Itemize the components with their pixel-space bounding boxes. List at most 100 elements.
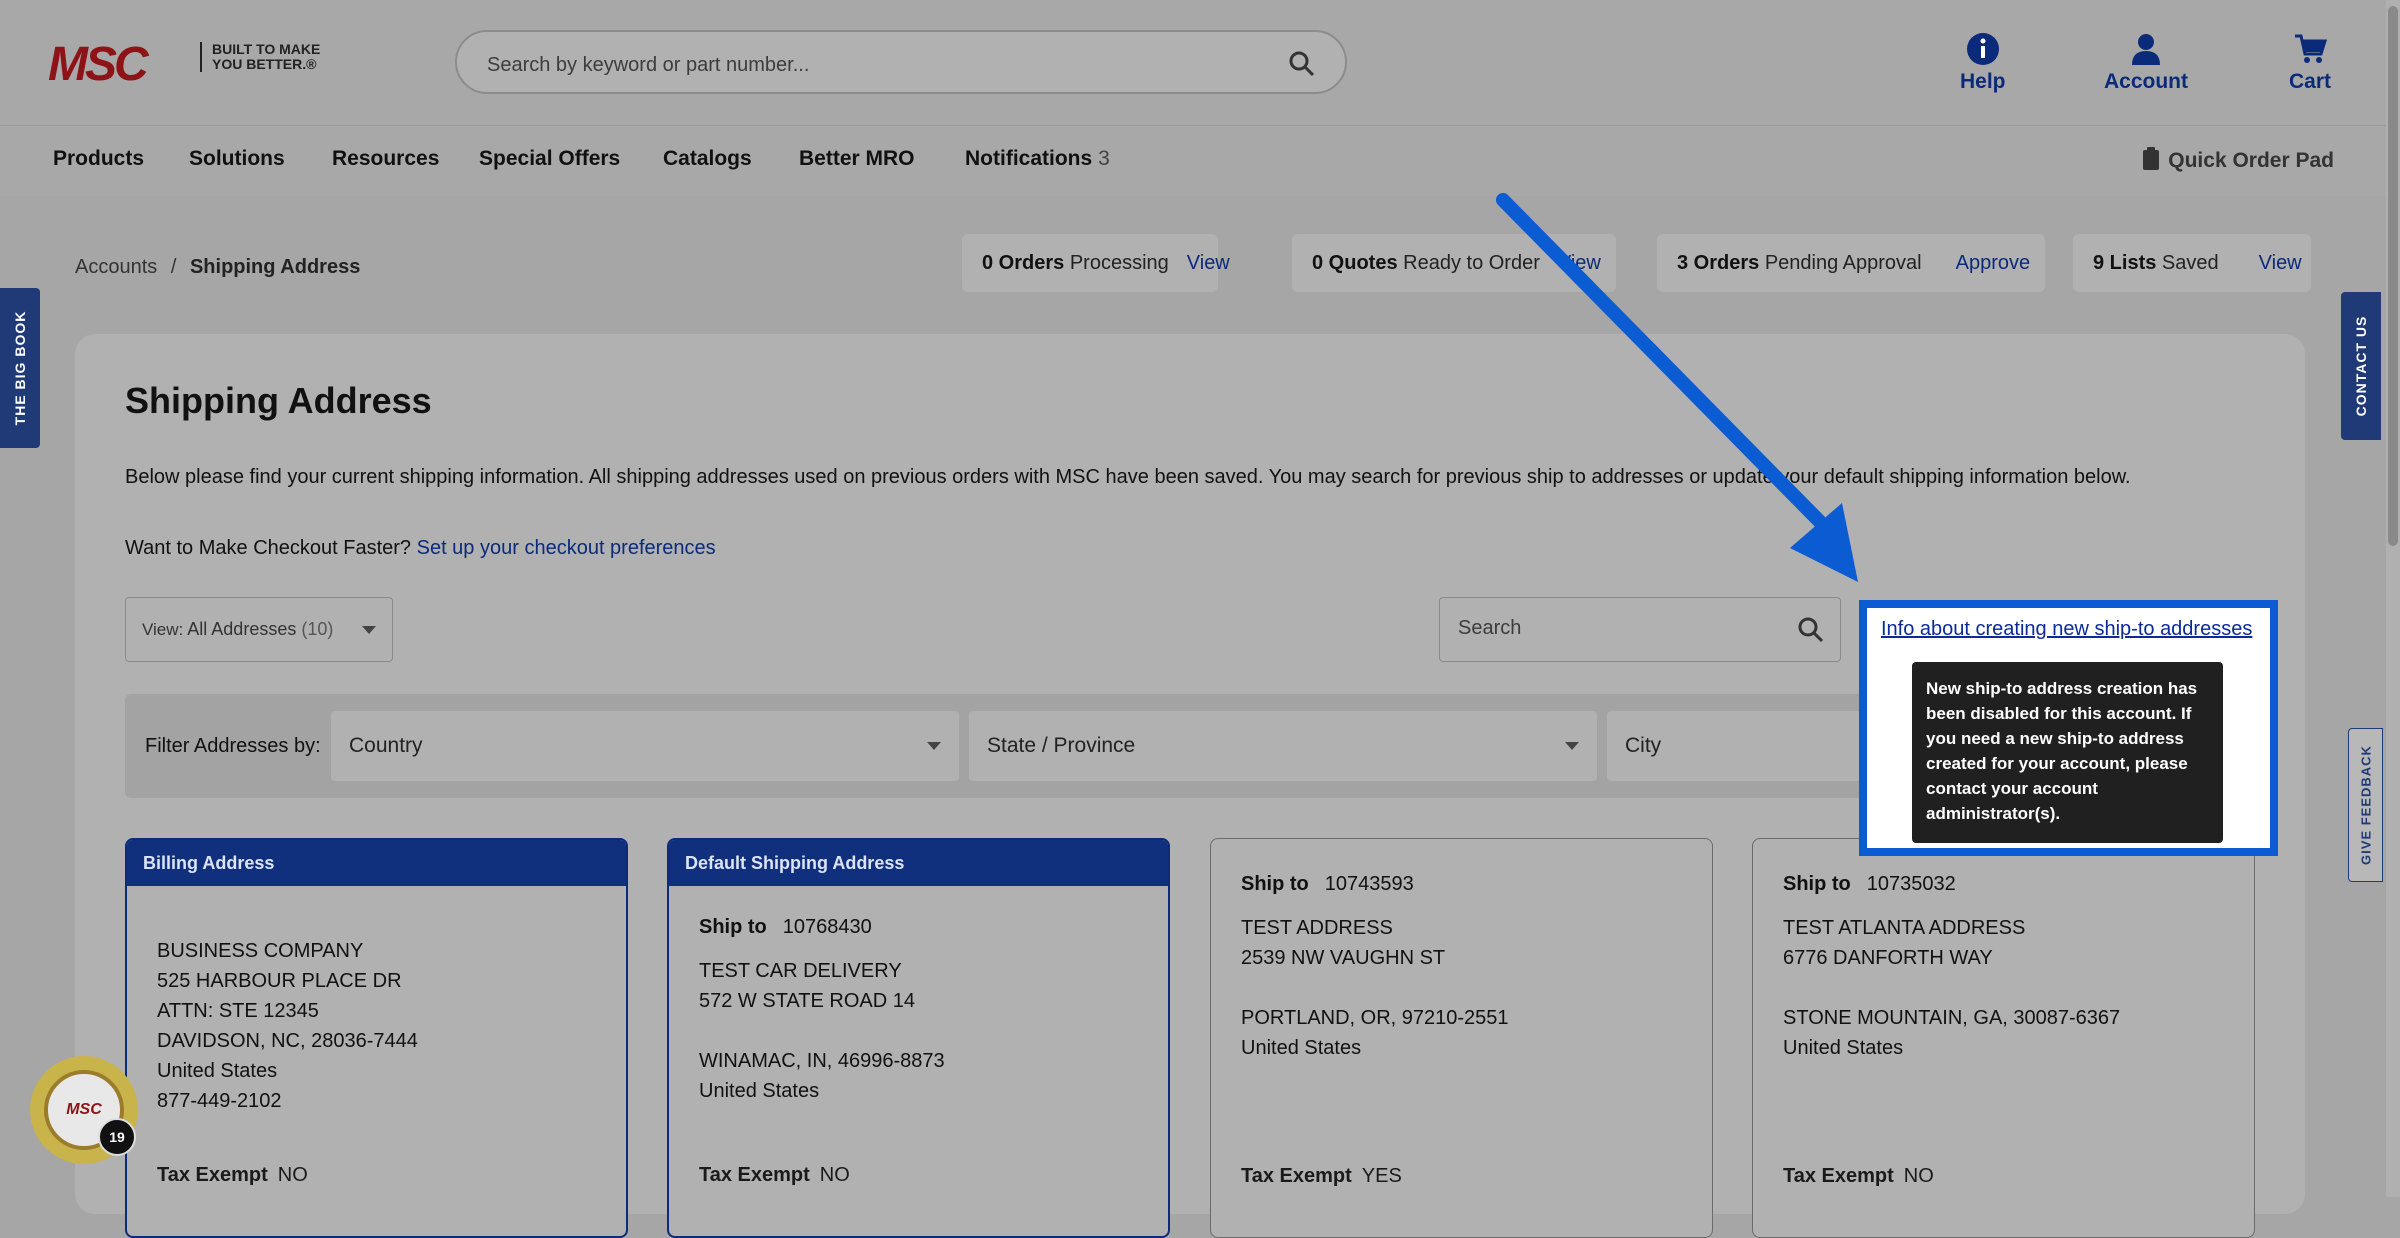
address-search-input[interactable] [1456, 616, 1780, 641]
ship-to-card[interactable]: Ship to 10743593 TEST ADDRESS 2539 NW VAU… [1210, 838, 1713, 1238]
contact-us-tab[interactable]: CONTACT US [2341, 292, 2381, 440]
nav-resources[interactable]: Resources [332, 147, 439, 171]
address-line: United States [699, 1080, 820, 1102]
nav-better-mro[interactable]: Better MRO [799, 147, 915, 171]
breadcrumb-accounts[interactable]: Accounts [75, 256, 157, 278]
view-select-value: All Addresses [187, 619, 297, 639]
checkout-prompt: Want to Make Checkout Faster? Set up you… [125, 537, 716, 560]
tax-exempt-label: Tax Exempt [157, 1164, 268, 1186]
country-filter[interactable]: Country [331, 711, 959, 781]
cart-icon [2295, 34, 2327, 63]
help-icon [1966, 33, 1999, 65]
city-filter-label: City [1625, 734, 1662, 757]
tax-exempt-value: YES [1361, 1165, 1402, 1187]
address-line [1783, 973, 2224, 1003]
ship-to-number: Ship to 10743593 [1241, 869, 1682, 899]
info-ship-to-link[interactable]: Info about creating new ship-to addresse… [1881, 618, 2252, 641]
summary-view-link[interactable]: View [2259, 252, 2302, 274]
nav-solutions[interactable]: Solutions [189, 147, 285, 171]
msc-logo[interactable]: MSC BUILT TO MAKE YOU BETTER.® [48, 38, 320, 91]
chevron-down-icon [362, 626, 376, 634]
search-input[interactable] [485, 50, 1269, 80]
address-line [1241, 973, 1682, 1003]
view-select-count: (10) [301, 619, 334, 639]
big-book-tab[interactable]: THE BIG BOOK [0, 288, 40, 448]
address-line: PORTLAND, OR, 97210-2551 [1241, 1007, 1509, 1029]
chevron-down-icon [1565, 742, 1579, 750]
summary-orders-pending: 3 Orders Pending Approval Approve [1657, 234, 2045, 292]
tax-exempt-value: NO [819, 1164, 850, 1186]
address-line: TEST ADDRESS [1241, 917, 1393, 939]
breadcrumb-current: Shipping Address [189, 256, 361, 278]
logo-tagline: BUILT TO MAKE YOU BETTER.® [200, 42, 332, 72]
clipboard-icon [2143, 147, 2160, 170]
ship-to-card[interactable]: Ship to 10735032 TEST ATLANTA ADDRESS 677… [1752, 838, 2255, 1238]
ship-to-label: Ship to [1241, 873, 1309, 895]
ship-to-label: Ship to [699, 916, 767, 938]
ship-to-value: 10768430 [782, 916, 872, 938]
scrollbar-thumb[interactable] [2388, 6, 2398, 546]
address-line: United States [1241, 1037, 1362, 1059]
notifications-count: 3 [1098, 147, 1110, 170]
address-line: TEST CAR DELIVERY [699, 960, 902, 982]
summary-label: Pending Approval [1764, 252, 1922, 274]
view-addresses-select[interactable]: View: All Addresses (10) [125, 597, 393, 662]
account-label: Account [2104, 70, 2188, 93]
intro-text: Below please find your current shipping … [125, 466, 2131, 488]
summary-count: 3 Orders [1677, 252, 1760, 274]
summary-count: 0 Quotes [1312, 252, 1398, 274]
summary-view-link[interactable]: View [1558, 252, 1601, 274]
state-filter[interactable]: State / Province [969, 711, 1597, 781]
nav-notifications[interactable]: Notifications 3 [965, 147, 1110, 171]
quick-order-pad-link[interactable]: Quick Order Pad [2142, 147, 2334, 173]
checkout-preferences-link[interactable]: Set up your checkout preferences [417, 537, 716, 559]
address-line: 6776 DANFORTH WAY [1783, 947, 1993, 969]
summary-view-link[interactable]: View [1187, 252, 1230, 274]
state-filter-label: State / Province [987, 734, 1136, 757]
nav-catalogs[interactable]: Catalogs [663, 147, 752, 171]
address-search[interactable] [1439, 597, 1841, 662]
nav-special-offers[interactable]: Special Offers [479, 147, 620, 171]
address-line: United States [157, 1060, 278, 1082]
site-search[interactable] [455, 30, 1347, 94]
page-title: Shipping Address [125, 380, 432, 421]
address-line [699, 1016, 1138, 1046]
give-feedback-tab[interactable]: GIVE FEEDBACK [2348, 728, 2383, 882]
account-link[interactable]: Account [2104, 32, 2188, 94]
address-line: WINAMAC, IN, 46996-8873 [699, 1050, 945, 1072]
address-line: DAVIDSON, NC, 28036-7444 [157, 1030, 418, 1052]
tax-exempt-label: Tax Exempt [1783, 1165, 1894, 1187]
ship-to-number: Ship to 10768430 [699, 912, 1138, 942]
tax-exempt: Tax Exempt YES [1241, 1165, 1402, 1188]
tax-exempt-label: Tax Exempt [1241, 1165, 1352, 1187]
search-icon[interactable] [1796, 615, 1826, 645]
cart-link[interactable]: Cart [2289, 32, 2331, 94]
summary-approve-link[interactable]: Approve [1956, 252, 2031, 274]
summary-lists-saved: 9 Lists Saved View [2073, 234, 2311, 292]
chat-count-badge: 19 [98, 1118, 136, 1156]
ship-to-value: 10743593 [1324, 873, 1414, 895]
address-line: ATTN: STE 12345 [157, 1000, 319, 1022]
phone-number: 877-449-2102 [157, 1090, 282, 1112]
help-link[interactable]: Help [1960, 32, 2006, 94]
cart-label: Cart [2289, 70, 2332, 93]
summary-quotes-ready: 0 Quotes Ready to Order View [1292, 234, 1616, 292]
nav-products[interactable]: Products [53, 147, 144, 171]
card-header: Default Shipping Address [669, 840, 1168, 886]
tax-exempt: Tax Exempt NO [699, 1164, 850, 1187]
address-line: 2539 NW VAUGHN ST [1241, 947, 1446, 969]
give-feedback-label: GIVE FEEDBACK [2358, 745, 2373, 865]
checkout-prompt-text: Want to Make Checkout Faster? [125, 537, 412, 559]
search-icon[interactable] [1287, 49, 1317, 79]
address-line: United States [1783, 1037, 1904, 1059]
filter-label: Filter Addresses by: [145, 735, 321, 757]
breadcrumb-separator: / [170, 256, 177, 278]
summary-label: Ready to Order [1403, 252, 1540, 274]
logo-wordmark: MSC [48, 38, 149, 91]
chat-widget[interactable]: MSC 19 [30, 1056, 138, 1164]
account-icon [2132, 34, 2160, 65]
view-select-prefix: View: [142, 620, 184, 639]
ship-to-label: Ship to [1783, 873, 1851, 895]
tax-exempt-value: NO [277, 1164, 308, 1186]
billing-address-card: Billing Address BUSINESS COMPANY 525 HAR… [125, 838, 628, 1238]
